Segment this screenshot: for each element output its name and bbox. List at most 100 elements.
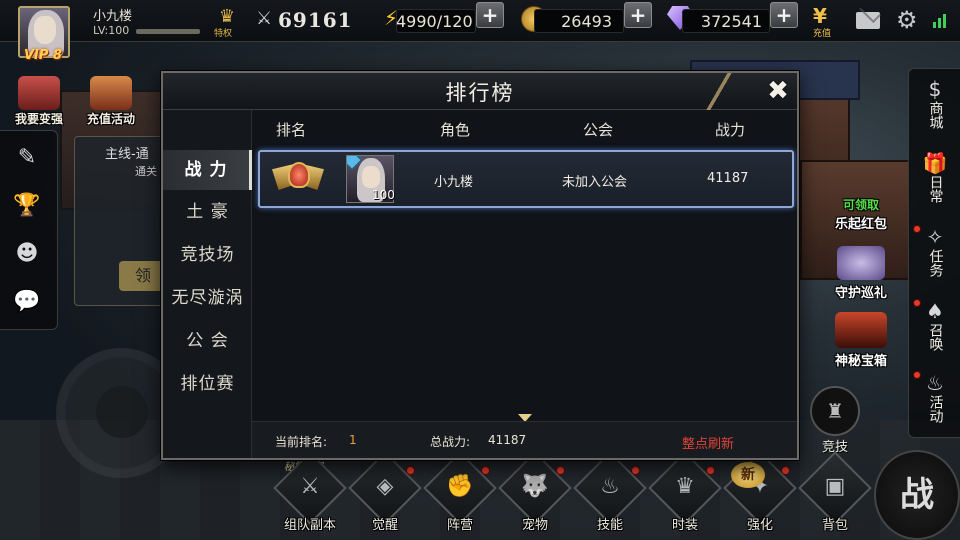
- notification-dot: [913, 371, 921, 379]
- signal-icon: [933, 12, 951, 28]
- top-bar: 小九楼 LV:100 ♛ 特权 ⚔ 69161 ⚡ 4990/120 + 264…: [0, 0, 960, 58]
- add-coins-button[interactable]: +: [624, 2, 652, 28]
- privilege-label: 特权: [214, 29, 233, 39]
- notification-dot: [913, 299, 921, 307]
- guardian-tour-event[interactable]: 守护巡礼: [826, 246, 896, 301]
- right-side-rail: $ 商城 🎁 日常 ✧ 任务 ♠ 召唤 ♨ 活动: [908, 68, 960, 438]
- awaken-icon: ◈: [376, 474, 394, 499]
- column-role: 角色: [440, 121, 471, 139]
- left-side-rail: ✎ 🏆 ☻ 💬: [0, 130, 58, 330]
- tab-arena[interactable]: 竞技场: [163, 235, 252, 275]
- summon-icon: ♠: [926, 299, 944, 323]
- fist-icon: ✊: [446, 474, 474, 499]
- arena-button[interactable]: ♜ 竞技: [806, 386, 864, 455]
- ranking-tabs: 战 力 土 豪 竞技场 无尽漩涡 公 会 排位赛: [163, 110, 252, 458]
- arena-icon: ♜: [810, 386, 860, 436]
- player-power: 69161: [278, 8, 353, 32]
- backpack-icon: ▣: [824, 474, 846, 499]
- dialog-header: 排行榜 ✖: [163, 73, 797, 110]
- new-badge: 新: [731, 462, 765, 488]
- task-button[interactable]: ✧ 任务: [909, 221, 960, 293]
- player-level: LV:100: [93, 24, 130, 37]
- red-packet-event[interactable]: 可领取 乐起红包: [826, 196, 896, 232]
- get-stronger-button[interactable]: 我要变强: [6, 76, 72, 127]
- shop-button[interactable]: $ 商城: [909, 73, 960, 145]
- notification-dot: [913, 225, 921, 233]
- row-player-name: 小九楼: [434, 175, 474, 190]
- notification-dot: [631, 466, 640, 475]
- battle-button[interactable]: 战: [874, 450, 960, 540]
- activity-button[interactable]: ♨ 活动: [909, 367, 960, 439]
- treasure-chest-icon: [18, 76, 60, 110]
- crown-icon: ♛: [675, 474, 695, 499]
- xp-bar: [136, 29, 200, 34]
- total-power-value: 41187: [488, 433, 527, 447]
- column-guild: 公会: [583, 121, 614, 139]
- notebook-icon[interactable]: ✎: [13, 145, 41, 171]
- backpack-button[interactable]: ▣ 背包: [798, 451, 872, 533]
- refresh-note: 整点刷新: [682, 437, 735, 452]
- energy-value: 4990/120: [396, 12, 473, 31]
- current-rank-label: 当前排名:: [275, 435, 328, 449]
- gift-icon: 🎁: [922, 151, 948, 175]
- current-rank-value: 1: [349, 433, 357, 447]
- rank-medal-icon: [272, 156, 324, 200]
- team-dungeon-button[interactable]: ⚔ 组队副本: [273, 451, 347, 533]
- bell-icon: ♨: [926, 371, 944, 395]
- tab-power[interactable]: 战 力: [163, 150, 252, 190]
- crossed-swords-icon: ⚔: [256, 8, 273, 29]
- recharge-label[interactable]: 充值: [813, 26, 831, 39]
- notification-dot: [781, 466, 790, 475]
- fashion-button[interactable]: ♛ 时装: [648, 451, 722, 533]
- camp-button[interactable]: ✊ 阵营: [423, 451, 497, 533]
- add-gems-button[interactable]: +: [770, 2, 798, 28]
- guardian-icon: [837, 246, 885, 280]
- summon-button[interactable]: ♠ 召唤: [909, 295, 960, 367]
- claim-button[interactable]: 领: [119, 261, 167, 291]
- crown-icon[interactable]: ♛: [214, 6, 240, 27]
- mail-icon[interactable]: [856, 12, 880, 29]
- dialog-title: 排行榜: [445, 81, 515, 105]
- portrait-level: 100: [372, 188, 395, 202]
- pet-button[interactable]: 🐺 宠物: [498, 451, 572, 533]
- notification-dot: [481, 466, 490, 475]
- add-energy-button[interactable]: +: [476, 2, 504, 28]
- dollar-bag-icon: $: [928, 77, 942, 101]
- mystery-chest-event[interactable]: 神秘宝箱: [826, 312, 896, 369]
- skill-button[interactable]: ♨ 技能: [573, 451, 647, 533]
- mystery-chest-icon: [835, 312, 887, 348]
- awaken-button[interactable]: ◈ 觉醒: [348, 451, 422, 533]
- ranking-footer: 当前排名: 1 总战力: 41187 整点刷新: [252, 421, 797, 458]
- team-dungeon-icon: ⚔: [300, 474, 320, 499]
- vip-badge: VIP 8: [24, 48, 62, 63]
- gift-box-icon: [90, 76, 132, 110]
- wolf-icon: 🐺: [521, 474, 549, 499]
- daily-button[interactable]: 🎁 日常: [909, 147, 960, 219]
- notification-dot: [406, 466, 415, 475]
- scroll-icon: ✧: [926, 225, 944, 249]
- recharge-event-button[interactable]: 充值活动: [76, 76, 146, 127]
- chat-icon[interactable]: 💬: [13, 289, 41, 315]
- tab-endless-vortex[interactable]: 无尽漩涡: [163, 278, 252, 318]
- friends-icon[interactable]: ☻: [13, 241, 41, 267]
- tab-ranked-match[interactable]: 排位赛: [163, 364, 252, 404]
- coin-value: 26493: [561, 12, 612, 31]
- close-icon[interactable]: ✖: [763, 76, 793, 106]
- yuan-icon[interactable]: ¥: [813, 4, 827, 28]
- total-power-label: 总战力:: [430, 435, 471, 449]
- row-guild: 未加入公会: [562, 175, 628, 190]
- tab-guild[interactable]: 公 会: [163, 321, 252, 361]
- joystick-knob[interactable]: [96, 386, 148, 438]
- main-quest-card[interactable]: 主线-通 通关 领: [74, 136, 170, 306]
- trophy-icon[interactable]: 🏆: [13, 193, 41, 219]
- gem-value: 372541: [700, 12, 762, 31]
- gear-icon[interactable]: ⚙: [896, 6, 918, 34]
- column-power: 战力: [715, 121, 746, 139]
- table-row[interactable]: 100 小九楼 未加入公会 41187: [258, 150, 794, 208]
- player-name: 小九楼: [93, 9, 133, 24]
- tab-tycoon[interactable]: 土 豪: [163, 192, 252, 232]
- column-rank: 排名: [276, 121, 307, 139]
- flame-icon: ♨: [600, 474, 620, 499]
- table-header: 排名 角色 公会 战力: [252, 110, 797, 148]
- row-power: 41187: [707, 171, 749, 186]
